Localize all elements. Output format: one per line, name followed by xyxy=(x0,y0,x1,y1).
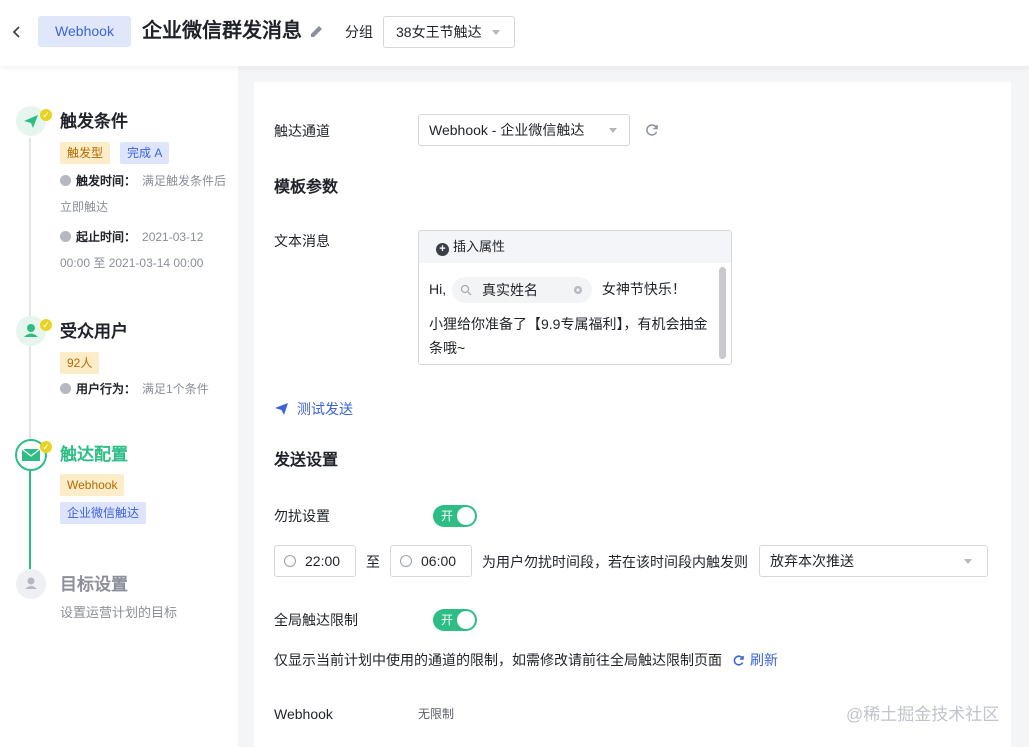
dnd-action-value: 放弃本次推送 xyxy=(770,553,854,569)
step-title-audience[interactable]: 受众用户 xyxy=(60,320,128,344)
top-header: Webhook 企业微信群发消息 分组 38女王节触达 xyxy=(0,0,1029,66)
config-panel: 触达通道 Webhook - 企业微信触达 模板参数 文本消息 + 插入属性 Hi… xyxy=(254,82,1011,747)
dnd-switch[interactable]: 开 xyxy=(433,505,477,527)
check-icon: ✓ xyxy=(40,441,52,453)
template-section-title: 模板参数 xyxy=(274,179,339,196)
msg-hi: Hi, xyxy=(429,281,447,297)
start-end-row-cont: 00:00 至 2021-03-14 00:00 xyxy=(60,256,204,270)
test-send-label: 测试发送 xyxy=(297,401,353,417)
chevron-down-icon xyxy=(964,559,972,564)
step-title-trigger[interactable]: 触发条件 xyxy=(60,110,128,134)
test-send-link[interactable]: 测试发送 xyxy=(274,399,353,419)
dnd-start-value: 22:00 xyxy=(305,553,341,569)
steps-sidebar: ✓ 触发条件 触发型 完成 A 触发时间： 满足触发条件后 立即触达 起止时间： 2… xyxy=(0,66,238,747)
limit-channel-value: 无限制 xyxy=(418,707,455,721)
user-behavior-row: 用户行为： 满足1个条件 xyxy=(60,374,209,404)
tag-trigger-type: 触发型 xyxy=(60,142,111,164)
trigger-time-row-cont: 立即触达 xyxy=(60,200,109,214)
dnd-label: 勿扰设置 xyxy=(274,508,330,524)
paper-plane-icon xyxy=(275,403,288,415)
message-line-2: 小狸给你准备了【9.9专属福利】，有机会抽金条哦~ xyxy=(429,316,708,356)
watermark: @稀土掘金技术社区 xyxy=(846,705,1000,724)
dnd-end-value: 06:00 xyxy=(421,553,457,569)
plus-circle-icon: + xyxy=(436,243,449,256)
limit-note: 仅显示当前计划中使用的通道的限制，如需修改请前往全局触达限制页面 xyxy=(274,652,722,668)
pencil-icon[interactable] xyxy=(308,23,326,41)
step-title-goal[interactable]: 目标设置 xyxy=(60,573,128,597)
text-message-label: 文本消息 xyxy=(274,233,330,249)
limit-channel-name: Webhook xyxy=(274,706,333,722)
refresh-label: 刷新 xyxy=(750,652,778,668)
dnd-switch-label: 开 xyxy=(441,509,454,523)
group-select[interactable]: 38女王节触达 xyxy=(383,16,515,48)
refresh-icon[interactable] xyxy=(644,122,660,138)
chevron-down-icon xyxy=(609,128,617,133)
refresh-icon xyxy=(733,655,744,666)
insert-attribute-button[interactable]: + 插入属性 xyxy=(419,231,731,263)
channel-chip: Webhook xyxy=(38,16,131,47)
attribute-chip-label: 真实姓名 xyxy=(482,282,539,299)
step-goal-desc: 设置运营计划的目标 xyxy=(60,605,178,620)
chevron-left-icon[interactable] xyxy=(10,22,28,42)
group-label: 分组 xyxy=(345,24,373,40)
global-limit-switch-label: 开 xyxy=(441,613,454,627)
clock-icon xyxy=(60,231,71,242)
send-settings-title: 发送设置 xyxy=(274,452,339,469)
switch-knob xyxy=(457,611,475,629)
tag-webhook: Webhook xyxy=(60,474,125,496)
check-circle-icon xyxy=(60,383,71,394)
channel-select-value: Webhook - 企业微信触达 xyxy=(429,122,585,138)
clock-icon xyxy=(400,555,412,567)
message-editor[interactable]: + 插入属性 Hi, 真实姓名 女神节快乐！ 小狸给你准备了【9.9专属福利】，有… xyxy=(418,230,732,365)
attribute-chip[interactable]: 真实姓名 xyxy=(452,277,593,304)
refresh-link[interactable]: 刷新 xyxy=(732,650,778,670)
tag-wecom: 企业微信触达 xyxy=(60,502,147,524)
check-icon: ✓ xyxy=(40,109,52,121)
channel-label: 触达通道 xyxy=(274,123,330,139)
step-title-touch-config[interactable]: 触达配置 xyxy=(60,443,128,467)
dnd-action-select[interactable]: 放弃本次推送 xyxy=(759,545,988,577)
dnd-description: 为用户勿扰时间段，若在该时间段内触发则 xyxy=(482,554,748,570)
dnd-end-time[interactable]: 06:00 xyxy=(390,545,472,577)
tag-complete: 完成 A xyxy=(120,142,170,164)
page-title: 企业微信群发消息 xyxy=(142,20,302,42)
global-limit-switch[interactable]: 开 xyxy=(433,609,477,631)
channel-select[interactable]: Webhook - 企业微信触达 xyxy=(418,114,630,146)
group-select-value: 38女王节触达 xyxy=(396,24,482,40)
dnd-start-time[interactable]: 22:00 xyxy=(274,545,356,577)
clock-icon xyxy=(284,555,296,567)
msg-greeting: 女神节快乐！ xyxy=(601,281,686,297)
step-connector-active xyxy=(29,470,31,570)
check-icon: ✓ xyxy=(40,319,52,331)
message-line-1: Hi, 真实姓名 女神节快乐！ xyxy=(429,277,714,304)
gear-icon[interactable] xyxy=(572,284,584,296)
user-circle-icon xyxy=(16,569,46,599)
editor-scrollbar[interactable] xyxy=(719,267,726,359)
search-icon xyxy=(460,285,472,296)
step-connector xyxy=(29,138,31,328)
global-limit-label: 全局触达限制 xyxy=(274,612,358,628)
dnd-to-label: 至 xyxy=(366,554,380,570)
step-connector xyxy=(29,346,31,446)
insert-attribute-label: 插入属性 xyxy=(453,239,506,254)
tag-audience-count: 92人 xyxy=(60,352,100,374)
chevron-down-icon xyxy=(492,30,500,35)
clock-icon xyxy=(60,175,71,186)
switch-knob xyxy=(457,507,475,525)
